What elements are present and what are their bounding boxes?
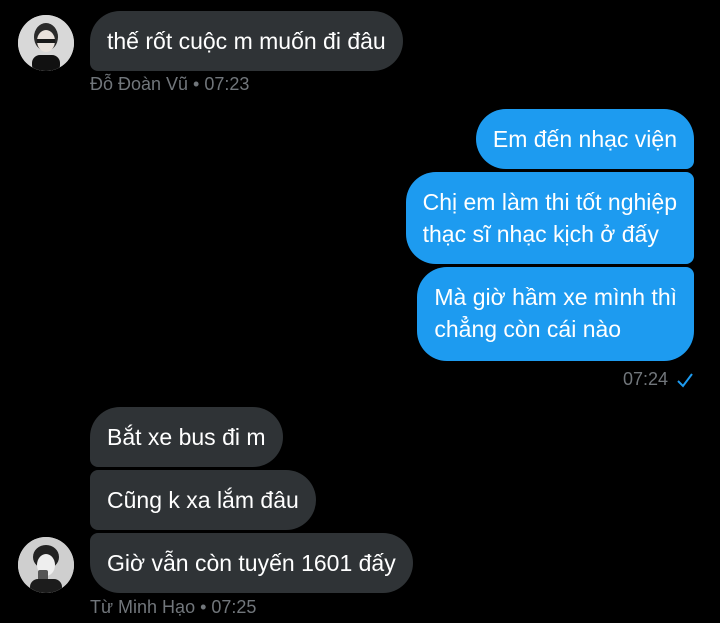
avatar-sender-2[interactable] bbox=[18, 537, 74, 593]
message-bubble-incoming[interactable]: Giờ vẫn còn tuyến 1601 đấy bbox=[90, 533, 413, 593]
message-bubble-incoming[interactable]: Cũng k xa lắm đâu bbox=[90, 470, 316, 530]
message-bubble-outgoing[interactable]: Em đến nhạc viện bbox=[475, 109, 694, 169]
user-avatar-icon bbox=[18, 537, 74, 593]
message-bubble-incoming[interactable]: thế rốt cuộc m muốn đi đâu bbox=[90, 11, 403, 71]
avatar-sender-1[interactable] bbox=[18, 15, 74, 71]
sender-meta: Đỗ Đoàn Vũ • 07:23 bbox=[90, 74, 250, 94]
user-avatar-icon bbox=[18, 15, 74, 71]
sender-meta: Từ Minh Hạo • 07:25 bbox=[90, 597, 257, 617]
message-bubble-outgoing[interactable]: Chị em làm thi tốt nghiệp thạc sĩ nhạc k… bbox=[405, 172, 694, 264]
message-bubble-incoming[interactable]: Bắt xe bus đi m bbox=[90, 407, 283, 467]
message-time: 07:24 bbox=[622, 369, 668, 389]
message-bubble-outgoing[interactable]: Mà giờ hầm xe mình thì chẳng còn cái nào bbox=[417, 267, 694, 361]
check-icon bbox=[677, 373, 693, 388]
chat-thread: thế rốt cuộc m muốn đi đâu Đỗ Đoàn Vũ • … bbox=[0, 0, 720, 623]
